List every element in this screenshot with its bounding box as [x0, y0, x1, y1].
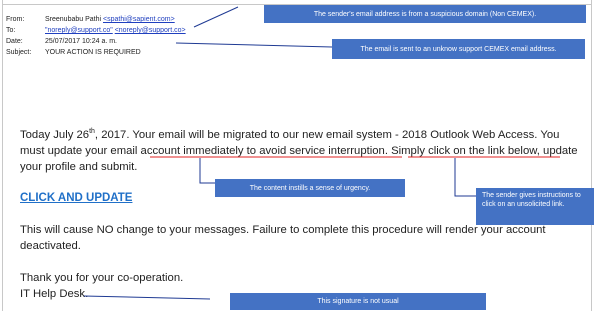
callout-urgency: The content instills a sense of urgency. — [215, 179, 405, 197]
connector-signature — [83, 295, 211, 300]
callout-unusual-signature: This signature is not usual — [230, 293, 486, 310]
callout-unsolicited-link: The sender gives instructions to click o… — [476, 188, 594, 225]
connector-urgency — [199, 158, 215, 184]
connector-sender — [193, 6, 239, 28]
callout-suspicious-sender: The sender's email address is from a sus… — [264, 5, 586, 23]
callout-unknown-recipient: The email is sent to an unknow support C… — [332, 39, 585, 59]
connector-recipient — [175, 42, 333, 48]
connector-instructions — [454, 158, 476, 197]
